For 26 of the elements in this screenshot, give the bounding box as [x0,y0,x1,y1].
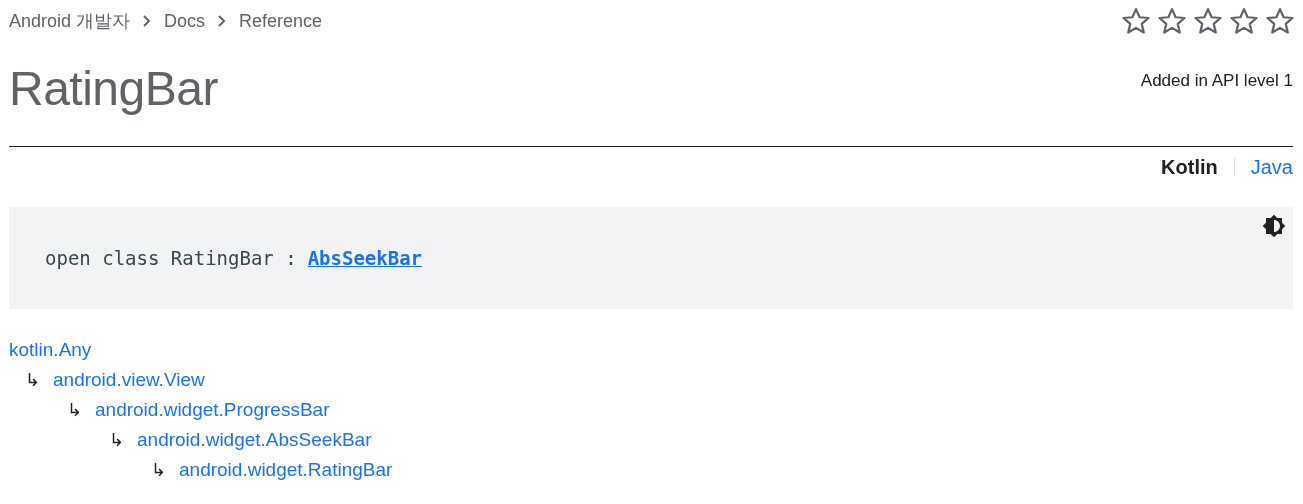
language-tab[interactable]: Kotlin [1161,155,1218,179]
theme-toggle-button[interactable] [1261,213,1287,239]
chevron-right-icon [217,14,228,28]
star-icon[interactable] [1121,6,1151,36]
breadcrumb-link[interactable]: Docs [164,10,206,32]
inheritance-arrow: ↳ [67,399,81,421]
code-text: open class RatingBar : [45,247,297,269]
inheritance-arrow: ↳ [109,429,123,451]
api-level-label: Added in API level 1 [1140,71,1293,91]
star-icon[interactable] [1193,6,1223,36]
star-icon[interactable] [1229,6,1259,36]
page-title: RatingBar [9,60,218,116]
class-link[interactable]: android.widget.AbsSeekBar [137,429,372,451]
class-link[interactable]: android.widget.ProgressBar [95,399,330,421]
breadcrumb-link[interactable]: Reference [239,10,323,32]
inheritance-arrow: ↳ [151,459,165,481]
class-link[interactable]: android.view.View [53,369,205,391]
inheritance-arrow: ↳ [25,369,39,391]
star-icon[interactable] [1157,6,1187,36]
breadcrumb-link[interactable]: Android 개발자 [9,9,131,33]
chevron-right-icon [142,14,153,28]
code-link[interactable]: AbsSeekBar [307,247,423,269]
star-icon[interactable] [1265,6,1295,36]
class-link[interactable]: kotlin.Any [9,339,92,361]
language-tab[interactable]: Java [1250,155,1293,179]
class-link[interactable]: android.widget.RatingBar [179,459,393,481]
